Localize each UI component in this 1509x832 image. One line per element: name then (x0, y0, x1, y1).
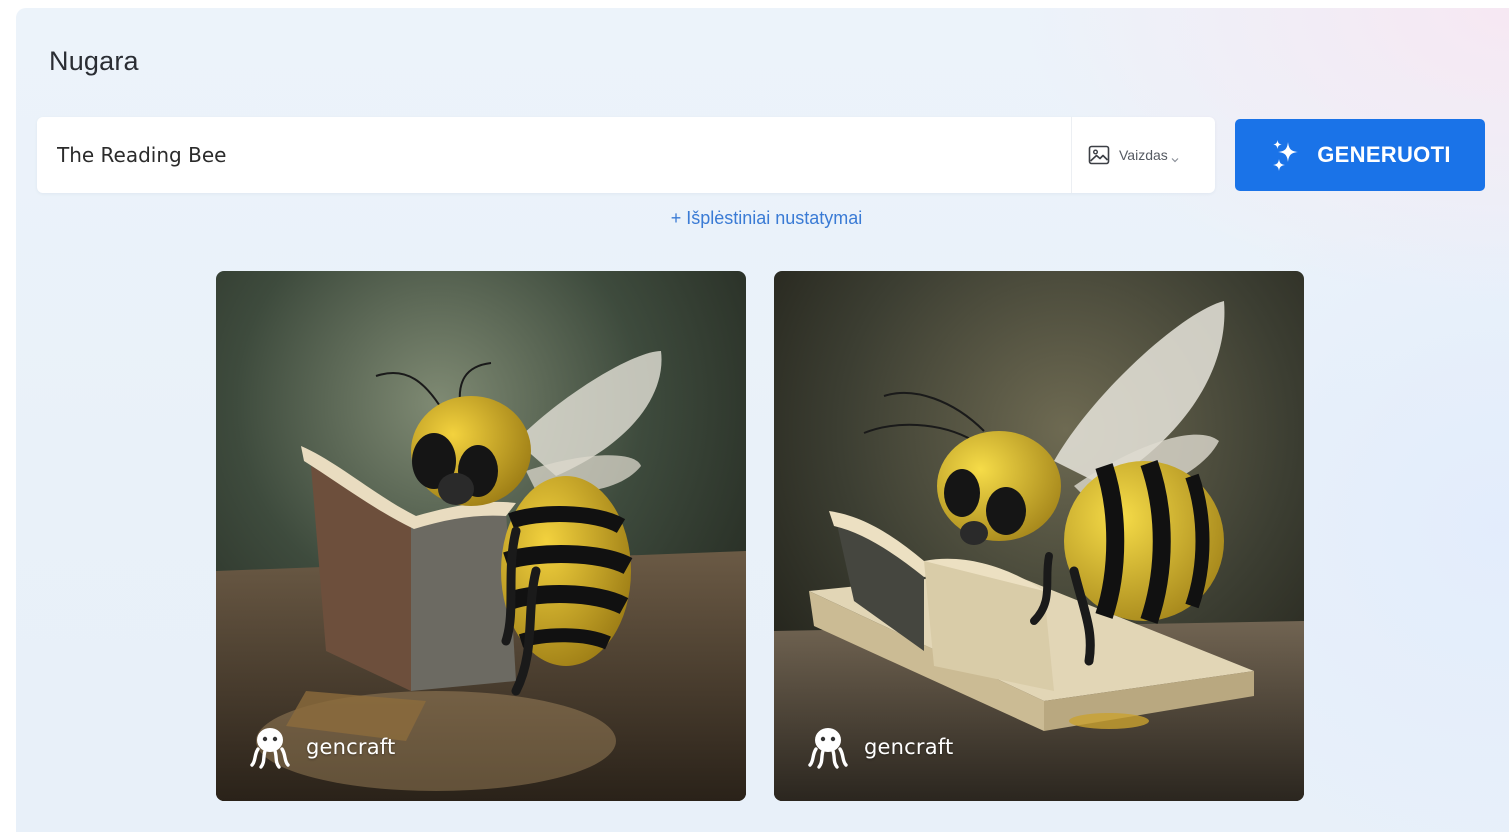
watermark-text: gencraft (864, 735, 954, 759)
bee-reading-illustration (216, 271, 746, 801)
bee-reading-illustration (774, 271, 1304, 801)
image-icon (1087, 143, 1111, 167)
sparkles-icon (1269, 138, 1303, 172)
page-title: Nugara (49, 46, 139, 76)
chevron-down-icon (1170, 150, 1180, 163)
type-dropdown[interactable]: Vaizdas (1087, 141, 1180, 169)
watermark: gencraft (248, 725, 395, 769)
result-image-1[interactable]: gencraft (216, 271, 746, 801)
prompt-bar: Vaizdas (37, 117, 1215, 193)
octopus-logo-icon (248, 725, 292, 769)
type-label: Vaizdas (1119, 147, 1168, 163)
watermark-text: gencraft (306, 735, 396, 759)
generate-button-label: GENERUOTI (1317, 142, 1451, 167)
prompt-divider (1071, 117, 1072, 193)
generate-button[interactable]: GENERUOTI (1235, 119, 1485, 191)
watermark: gencraft (806, 725, 953, 769)
result-image-2[interactable]: gencraft (774, 271, 1304, 801)
advanced-settings-link[interactable]: + Išplėstiniai nustatymai (12, 208, 1509, 229)
octopus-logo-icon (806, 725, 850, 769)
prompt-input[interactable] (57, 135, 1037, 175)
